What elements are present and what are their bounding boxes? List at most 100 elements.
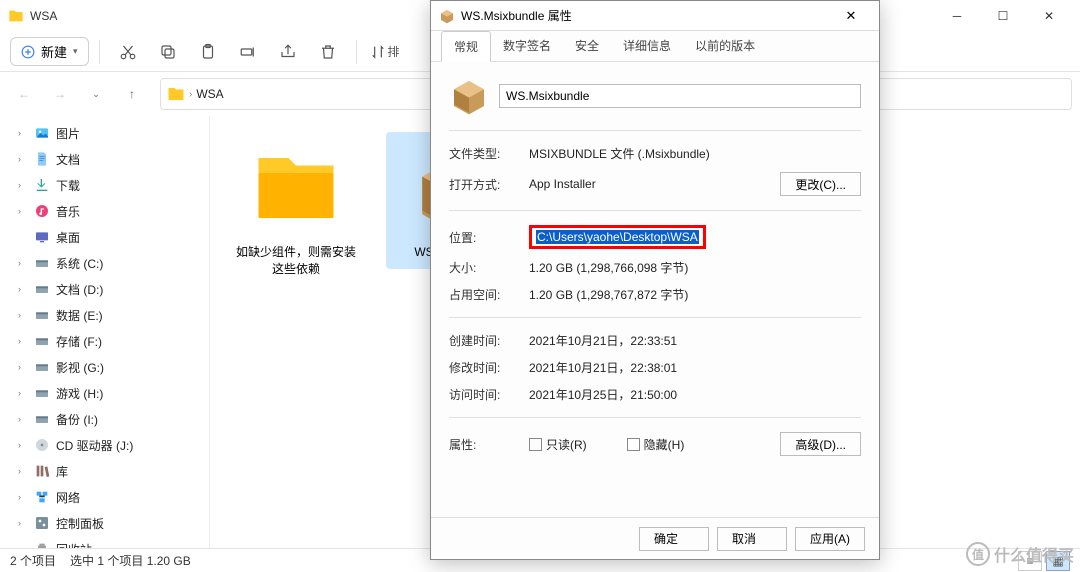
- downloads-icon: [34, 177, 50, 193]
- share-icon[interactable]: [270, 34, 306, 70]
- minimize-button[interactable]: ─: [934, 0, 980, 32]
- filename-input[interactable]: [499, 84, 861, 108]
- paste-icon[interactable]: [190, 34, 226, 70]
- drive-icon: [34, 307, 50, 323]
- sidebar-item-label: 回收站: [56, 541, 92, 549]
- documents-icon: [34, 151, 50, 167]
- created-label: 创建时间:: [449, 332, 519, 349]
- sidebar-item-label: CD 驱动器 (J:): [56, 437, 133, 454]
- caret-icon: ›: [18, 440, 28, 450]
- lib-icon: [34, 463, 50, 479]
- chevron-right-icon: ›: [189, 89, 192, 100]
- dialog-body: 文件类型:MSIXBUNDLE 文件 (.Msixbundle) 打开方式:Ap…: [431, 62, 879, 517]
- sidebar-item-label: 数据 (E:): [56, 307, 103, 324]
- sidebar-item[interactable]: 桌面: [0, 224, 209, 250]
- dialog-close-button[interactable]: ✕: [831, 1, 871, 31]
- caret-icon: ›: [18, 180, 28, 190]
- advanced-button[interactable]: 高级(D)...: [780, 432, 861, 456]
- drive-icon: [34, 359, 50, 375]
- caret-icon: ›: [18, 310, 28, 320]
- change-button[interactable]: 更改(C)...: [780, 172, 861, 196]
- sidebar-item-label: 控制面板: [56, 515, 104, 532]
- dialog-tab[interactable]: 数字签名: [491, 31, 563, 61]
- folder-icon: [8, 8, 24, 24]
- new-button[interactable]: 新建 ▾: [10, 37, 89, 66]
- sidebar-item[interactable]: ›存储 (F:): [0, 328, 209, 354]
- caret-icon: ›: [18, 466, 28, 476]
- sidebar-item[interactable]: › 文档 (D:): [0, 276, 209, 302]
- music-icon: [34, 203, 50, 219]
- dialog-title: WS.Msixbundle 属性: [461, 7, 572, 24]
- cut-icon[interactable]: [110, 34, 146, 70]
- openswith-value: App Installer: [529, 177, 770, 191]
- nav-up-button[interactable]: ↑: [116, 78, 148, 110]
- desktop-icon: [34, 229, 50, 245]
- size-value: 1.20 GB (1,298,766,098 字节): [529, 259, 861, 276]
- package-icon: [449, 76, 489, 116]
- folder-icon: [167, 85, 185, 103]
- sidebar-item[interactable]: ›库: [0, 458, 209, 484]
- cancel-button[interactable]: 取消: [717, 527, 787, 551]
- sort-icon[interactable]: 排: [367, 34, 403, 70]
- dialog-tab[interactable]: 常规: [441, 31, 491, 62]
- sidebar-item-label: 图片: [56, 125, 80, 142]
- sidebar-item-label: 影视 (G:): [56, 359, 104, 376]
- nav-recent-button[interactable]: ⌄: [80, 78, 112, 110]
- sidebar-item-label: 备份 (I:): [56, 411, 98, 428]
- sidebar-item[interactable]: › CD 驱动器 (J:): [0, 432, 209, 458]
- ok-button[interactable]: 确定: [639, 527, 709, 551]
- accessed-value: 2021年10月25日，21:50:00: [529, 386, 861, 403]
- drive-icon: [34, 385, 50, 401]
- maximize-button[interactable]: ☐: [980, 0, 1026, 32]
- nav-back-button[interactable]: ←: [8, 78, 40, 110]
- copy-icon[interactable]: [150, 34, 186, 70]
- dialog-tab[interactable]: 详细信息: [611, 31, 683, 61]
- dialog-tab[interactable]: 以前的版本: [683, 31, 767, 61]
- sidebar-item[interactable]: › 图片: [0, 120, 209, 146]
- caret-icon: ›: [18, 362, 28, 372]
- apply-button[interactable]: 应用(A): [795, 527, 865, 551]
- dialog-tab[interactable]: 安全: [563, 31, 611, 61]
- readonly-checkbox[interactable]: 只读(R): [529, 436, 587, 453]
- panel-icon: [34, 515, 50, 531]
- filetype-value: MSIXBUNDLE 文件 (.Msixbundle): [529, 145, 861, 162]
- sidebar-item[interactable]: ›文档: [0, 146, 209, 172]
- sidebar-item[interactable]: ›系统 (C:): [0, 250, 209, 276]
- recycle-icon: [34, 541, 50, 548]
- close-button[interactable]: ✕: [1026, 0, 1072, 32]
- sidebar-item-label: 游戏 (H:): [56, 385, 103, 402]
- sidebar-item[interactable]: ›控制面板: [0, 510, 209, 536]
- delete-icon[interactable]: [310, 34, 346, 70]
- breadcrumb-segment[interactable]: WSA: [196, 87, 223, 101]
- network-icon: [34, 489, 50, 505]
- sidebar-item-label: 网络: [56, 489, 80, 506]
- chevron-down-icon: ▾: [73, 46, 78, 57]
- drive-icon: [34, 281, 50, 297]
- sidebar-item-label: 存储 (F:): [56, 333, 102, 350]
- sidebar-item-label: 文档 (D:): [56, 281, 103, 298]
- dialog-footer: 确定 取消 应用(A): [431, 517, 879, 559]
- sidebar-item[interactable]: ›备份 (I:): [0, 406, 209, 432]
- sidebar-item[interactable]: › 网络: [0, 484, 209, 510]
- location-value[interactable]: C:\Users\yaohe\Desktop\WSA: [536, 230, 699, 244]
- sidebar-item[interactable]: › 影视 (G:): [0, 354, 209, 380]
- caret-icon: ›: [18, 492, 28, 502]
- sidebar-item[interactable]: ›下载: [0, 172, 209, 198]
- file-item[interactable]: 如缺少组件，则需安装这些依赖: [226, 132, 366, 286]
- hidden-checkbox[interactable]: 隐藏(H): [627, 436, 685, 453]
- sidebar-item[interactable]: 回收站: [0, 536, 209, 548]
- caret-icon: ›: [18, 388, 28, 398]
- sidebar-item[interactable]: ›音乐: [0, 198, 209, 224]
- rename-icon[interactable]: [230, 34, 266, 70]
- sizeondisk-value: 1.20 GB (1,298,767,872 字节): [529, 286, 861, 303]
- watermark: 值什么值得买: [966, 542, 1074, 566]
- window-title: WSA: [30, 9, 57, 23]
- sidebar-item[interactable]: › 数据 (E:): [0, 302, 209, 328]
- sidebar-item[interactable]: › 游戏 (H:): [0, 380, 209, 406]
- caret-icon: ›: [18, 128, 28, 138]
- modified-label: 修改时间:: [449, 359, 519, 376]
- caret-icon: ›: [18, 284, 28, 294]
- status-count: 2 个项目: [10, 552, 56, 569]
- drive-icon: [34, 411, 50, 427]
- nav-forward-button[interactable]: →: [44, 78, 76, 110]
